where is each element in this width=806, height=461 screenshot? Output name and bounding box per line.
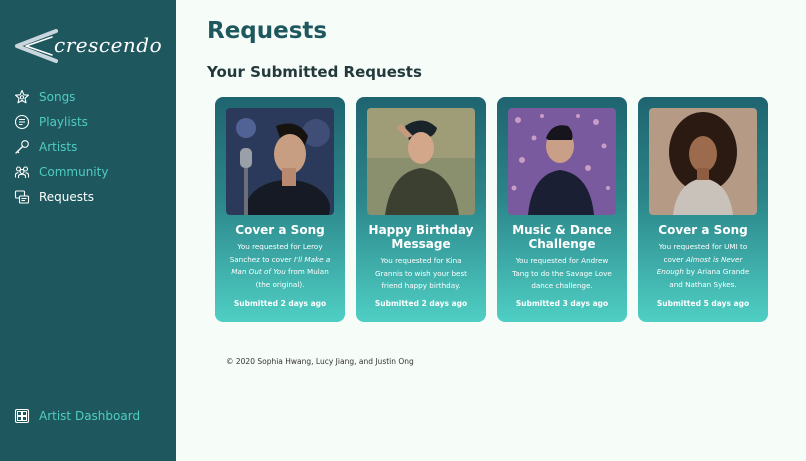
card-timestamp: Submitted 3 days ago (515, 299, 609, 308)
card-description: You requested for Andrew Tang to do the … (512, 256, 612, 290)
card-timestamp: Submitted 2 days ago (374, 299, 468, 308)
sidebar-nav: Songs Playlists Artists Community Reques… (0, 84, 176, 209)
dashboard-icon (14, 408, 30, 424)
requests-icon (14, 189, 30, 205)
request-card[interactable]: Happy Birthday Message You requested for… (356, 97, 486, 322)
sidebar-item-label: Artists (39, 139, 78, 154)
card-timestamp: Submitted 5 days ago (656, 299, 750, 308)
sidebar-item-label: Community (39, 164, 109, 179)
artist-photo (226, 108, 334, 215)
card-description: You requested for Kina Grannis to wish y… (374, 256, 468, 290)
crescendo-logo-mark (15, 29, 58, 63)
footer-copyright: © 2020 Sophia Hwang, Lucy Jiang, and Jus… (226, 357, 414, 366)
section-title: Your Submitted Requests (207, 63, 422, 81)
sidebar-item-playlists[interactable]: Playlists (0, 109, 176, 134)
artist-photo (367, 108, 475, 215)
sidebar-item-artists[interactable]: Artists (0, 134, 176, 159)
star-icon (14, 89, 30, 105)
sidebar-item-label: Songs (39, 89, 76, 104)
crescendo-logo[interactable]: crescendo (14, 28, 162, 64)
sidebar-item-artist-dashboard[interactable]: Artist Dashboard (14, 408, 140, 424)
card-title: Cover a Song (658, 223, 748, 237)
card-title: Happy Birthday Message (368, 223, 474, 251)
sidebar: crescendo Songs Playlists Artists Commun… (0, 0, 176, 461)
playlist-icon (14, 114, 30, 130)
card-timestamp: Submitted 2 days ago (233, 299, 327, 308)
request-card[interactable]: Cover a Song You requested for Leroy San… (215, 97, 345, 322)
card-description: You requested for UMI to cover Almost is… (656, 242, 750, 289)
artist-photo (508, 108, 616, 215)
request-cards: Cover a Song You requested for Leroy San… (215, 97, 768, 322)
community-icon (14, 164, 30, 180)
artist-dashboard-label: Artist Dashboard (39, 409, 141, 423)
page-title: Requests (207, 18, 328, 44)
card-title: Cover a Song (235, 223, 325, 237)
request-card[interactable]: Cover a Song You requested for UMI to co… (638, 97, 768, 322)
main-content: Requests Your Submitted Requests Cover a… (176, 0, 806, 461)
card-description: You requested for Leroy Sanchez to cover… (229, 242, 331, 289)
sidebar-item-label: Requests (39, 189, 94, 204)
sidebar-item-requests[interactable]: Requests (0, 184, 176, 209)
sidebar-item-songs[interactable]: Songs (0, 84, 176, 109)
logo-text: crescendo (54, 33, 163, 57)
microphone-icon (14, 139, 30, 155)
artist-photo (649, 108, 757, 215)
card-title: Music & Dance Challenge (512, 223, 612, 251)
request-card[interactable]: Music & Dance Challenge You requested fo… (497, 97, 627, 322)
sidebar-item-label: Playlists (39, 114, 88, 129)
sidebar-item-community[interactable]: Community (0, 159, 176, 184)
